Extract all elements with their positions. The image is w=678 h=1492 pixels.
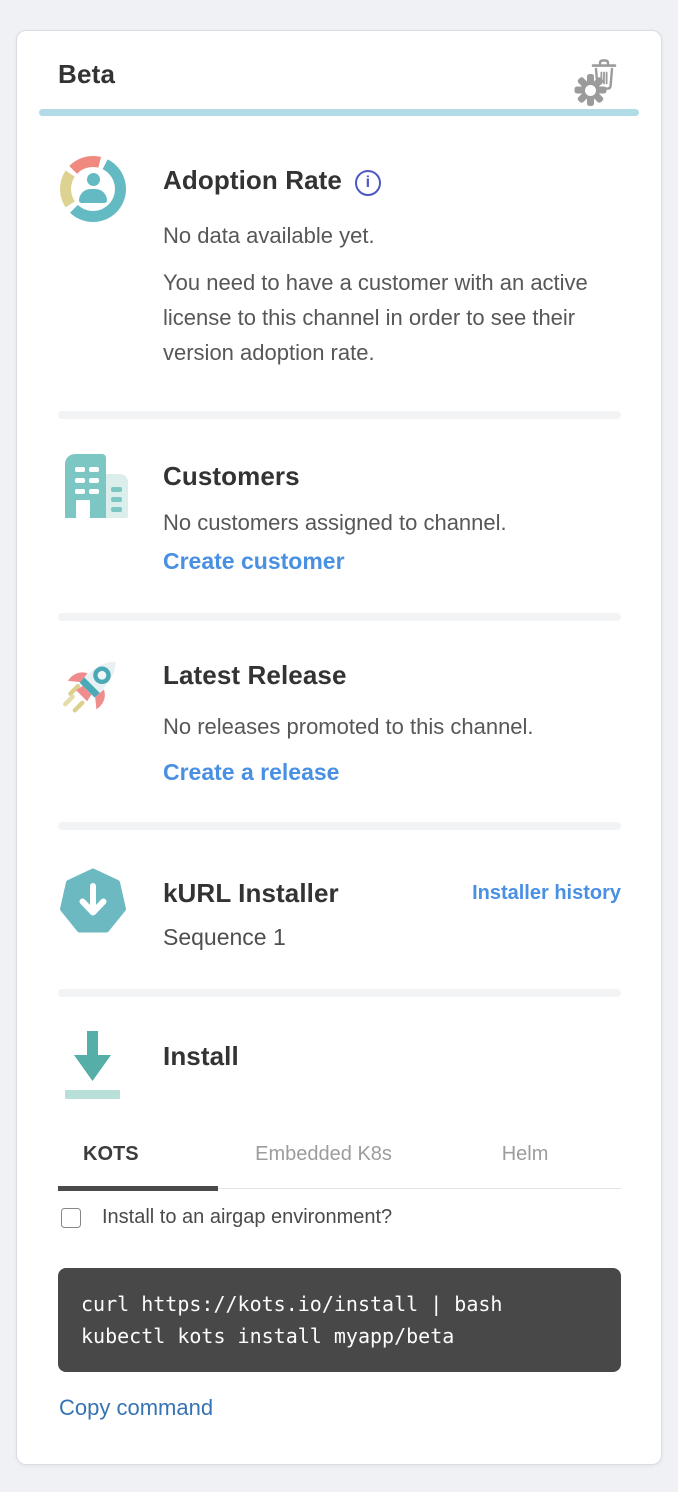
section-adoption-rate: Adoption Rate i No data available yet. Yo…: [58, 156, 621, 370]
airgap-row: Install to an airgap environment?: [58, 1206, 621, 1229]
adoption-description-text: You need to have a customer with an acti…: [163, 265, 615, 370]
download-arrow-icon: [61, 1029, 125, 1101]
customers-title: Customers: [163, 460, 621, 493]
card-header: Beta: [39, 56, 639, 92]
command-line: kubectl kots install myapp/beta: [81, 1320, 598, 1352]
release-empty-text: No releases promoted to this channel.: [163, 712, 621, 742]
install-command-block: curl https://kots.io/install | bash kube…: [58, 1268, 621, 1372]
create-release-link[interactable]: Create a release: [163, 759, 339, 786]
airgap-checkbox[interactable]: [61, 1208, 81, 1228]
channel-title: Beta: [58, 59, 115, 90]
section-divider: [58, 989, 621, 997]
channel-color-bar: [39, 109, 639, 116]
section-kurl-installer: kURL Installer Installer history Sequenc…: [58, 868, 621, 953]
install-tabs: KOTS Embedded K8s Helm: [58, 1129, 621, 1189]
customers-empty-text: No customers assigned to channel.: [163, 508, 621, 538]
installer-history-link[interactable]: Installer history: [472, 882, 621, 905]
adoption-rate-title-text: Adoption Rate: [163, 165, 342, 195]
adoption-donut-icon: [60, 156, 126, 222]
tab-kots[interactable]: KOTS: [58, 1129, 218, 1188]
installer-sequence-text: Sequence 1: [163, 922, 621, 953]
header-actions: [574, 57, 619, 91]
create-customer-link[interactable]: Create customer: [163, 548, 345, 575]
install-title: Install: [163, 1040, 621, 1073]
section-customers: Customers No customers assigned to chann…: [58, 452, 621, 575]
building-icon: [58, 452, 128, 522]
kurl-installer-title: kURL Installer: [163, 877, 339, 910]
adoption-no-data-text: No data available yet.: [163, 221, 621, 251]
section-divider: [58, 822, 621, 830]
rocket-icon: [58, 646, 128, 726]
info-icon[interactable]: i: [355, 170, 381, 196]
kurl-heptagon-icon: [59, 868, 127, 936]
latest-release-title: Latest Release: [163, 659, 621, 692]
copy-command-link[interactable]: Copy command: [59, 1395, 213, 1421]
command-line: curl https://kots.io/install | bash: [81, 1288, 598, 1320]
tab-helm[interactable]: Helm: [429, 1129, 621, 1188]
section-latest-release: Latest Release No releases promoted to t…: [58, 646, 621, 786]
tab-embedded-k8s[interactable]: Embedded K8s: [218, 1129, 429, 1188]
section-install: Install: [58, 1029, 621, 1101]
adoption-rate-title: Adoption Rate i: [163, 164, 621, 197]
section-divider: [58, 613, 621, 621]
airgap-label: Install to an airgap environment?: [102, 1206, 392, 1229]
channel-card: Beta: [16, 30, 662, 1465]
section-divider: [58, 411, 621, 419]
